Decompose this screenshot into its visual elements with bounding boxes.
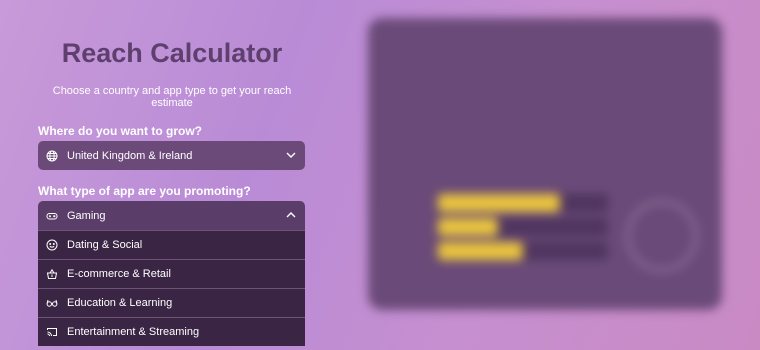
option-label: Dating & Social [67, 239, 143, 251]
reach-bar-fill [438, 242, 523, 260]
app-question: What type of app are you promoting? [38, 184, 251, 198]
reach-ring [626, 200, 698, 272]
gamepad-icon [46, 210, 58, 222]
option-entertainment-streaming[interactable]: Entertainment & Streaming [38, 317, 305, 346]
option-ecommerce-retail[interactable]: E-commerce & Retail [38, 259, 305, 288]
reach-bar-fill [438, 194, 561, 212]
app-type-options: Dating & Social E-commerce & Retail Educ… [38, 230, 305, 346]
page-subtitle: Choose a country and app type to get you… [52, 85, 292, 109]
reach-bar-track [438, 242, 608, 260]
page-title: Reach Calculator [61, 38, 283, 68]
country-select-value: United Kingdom & Ireland [67, 149, 193, 162]
results-panel [368, 18, 722, 310]
globe-icon [46, 150, 58, 162]
app-type-value: Gaming [67, 209, 106, 222]
country-question: Where do you want to grow? [38, 124, 202, 138]
reach-bar-row [392, 194, 612, 212]
option-label: Education & Learning [67, 297, 173, 309]
option-label: Entertainment & Streaming [67, 326, 200, 338]
option-label: E-commerce & Retail [67, 268, 171, 280]
cast-icon [46, 326, 58, 338]
app-type-select[interactable]: Gaming [38, 201, 305, 230]
reach-bar-track [438, 218, 608, 236]
glasses-icon [46, 297, 58, 309]
chevron-down-icon [286, 152, 296, 158]
option-education-learning[interactable]: Education & Learning [38, 288, 305, 317]
smiley-icon [46, 239, 58, 251]
reach-bar-track [438, 194, 608, 212]
reach-bar-fill [438, 218, 498, 236]
chevron-up-icon [286, 212, 296, 218]
option-dating-social[interactable]: Dating & Social [38, 230, 305, 259]
reach-bar-row [392, 242, 612, 260]
country-select[interactable]: United Kingdom & Ireland [38, 141, 305, 170]
basket-icon [46, 268, 58, 280]
reach-bar-row [392, 218, 612, 236]
